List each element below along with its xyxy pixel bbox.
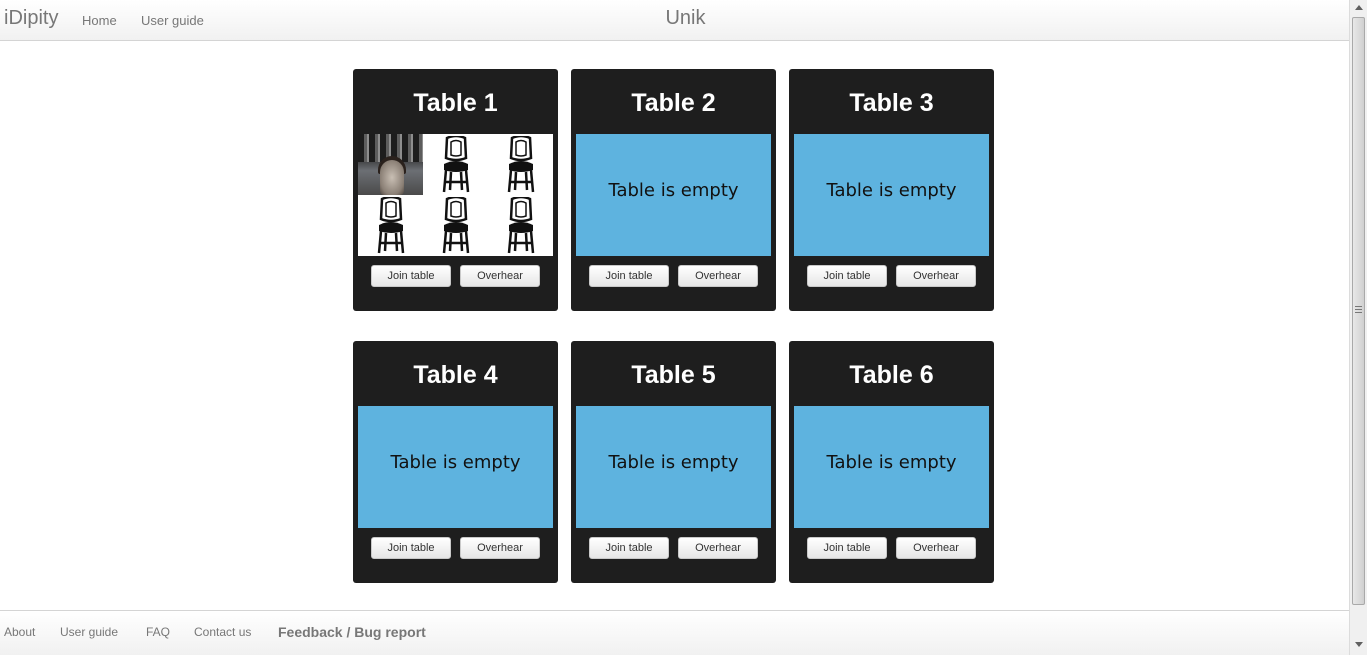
table-card-6: Table 6 Table is empty Join table Overhe…	[789, 341, 994, 583]
table-empty-view: Table is empty	[576, 406, 771, 528]
join-table-button[interactable]: Join table	[807, 265, 887, 287]
footer-bar: About User guide FAQ Contact us Feedback…	[0, 610, 1349, 655]
occupied-seat	[358, 134, 423, 195]
vertical-scrollbar[interactable]	[1349, 0, 1367, 655]
table-empty-view: Table is empty	[576, 134, 771, 256]
table-title: Table 5	[631, 361, 716, 389]
join-table-button[interactable]: Join table	[589, 265, 669, 287]
table-empty-view: Table is empty	[358, 406, 553, 528]
join-table-button[interactable]: Join table	[371, 537, 451, 559]
scroll-down-arrow-icon[interactable]	[1355, 642, 1363, 647]
table-status: Table is empty	[390, 452, 521, 473]
chair-icon	[442, 136, 470, 193]
footer-contact-link[interactable]: Contact us	[194, 625, 251, 639]
empty-seat	[488, 134, 553, 195]
table-title: Table 3	[849, 89, 934, 117]
scroll-up-arrow-icon[interactable]	[1355, 5, 1363, 10]
table-card-4: Table 4 Table is empty Join table Overhe…	[353, 341, 558, 583]
table-status: Table is empty	[826, 452, 957, 473]
table-card-3: Table 3 Table is empty Join table Overhe…	[789, 69, 994, 311]
participant-video	[358, 134, 423, 195]
page-title: Unik	[665, 7, 706, 29]
chair-icon	[442, 197, 470, 254]
table-card-1: Table 1 Join table Overhear	[353, 69, 558, 311]
overhear-button[interactable]: Overhear	[896, 537, 976, 559]
table-status: Table is empty	[608, 180, 739, 201]
table-title: Table 2	[631, 89, 716, 117]
overhear-button[interactable]: Overhear	[896, 265, 976, 287]
overhear-button[interactable]: Overhear	[678, 265, 758, 287]
chair-icon	[507, 136, 535, 193]
overhear-button[interactable]: Overhear	[460, 265, 540, 287]
table-seating-view	[358, 134, 553, 256]
empty-seat	[488, 195, 553, 256]
empty-seat	[423, 195, 488, 256]
table-status: Table is empty	[826, 180, 957, 201]
overhear-button[interactable]: Overhear	[460, 537, 540, 559]
join-table-button[interactable]: Join table	[371, 265, 451, 287]
table-title: Table 6	[849, 361, 934, 389]
empty-seat	[358, 195, 423, 256]
chair-icon	[507, 197, 535, 254]
table-status: Table is empty	[608, 452, 739, 473]
grip-icon	[1355, 306, 1362, 313]
scrollbar-thumb[interactable]	[1352, 17, 1365, 605]
table-title: Table 4	[413, 361, 498, 389]
empty-seat	[423, 134, 488, 195]
footer-user-guide-link[interactable]: User guide	[60, 625, 118, 639]
footer-about-link[interactable]: About	[4, 625, 35, 639]
table-card-5: Table 5 Table is empty Join table Overhe…	[571, 341, 776, 583]
top-navbar: iDipity Home User guide Unik	[0, 0, 1349, 41]
table-card-2: Table 2 Table is empty Join table Overhe…	[571, 69, 776, 311]
chair-icon	[377, 197, 405, 254]
table-empty-view: Table is empty	[794, 406, 989, 528]
table-title: Table 1	[413, 89, 498, 117]
footer-faq-link[interactable]: FAQ	[146, 625, 170, 639]
table-empty-view: Table is empty	[794, 134, 989, 256]
join-table-button[interactable]: Join table	[807, 537, 887, 559]
overhear-button[interactable]: Overhear	[678, 537, 758, 559]
join-table-button[interactable]: Join table	[589, 537, 669, 559]
footer-feedback-link[interactable]: Feedback / Bug report	[278, 624, 426, 640]
